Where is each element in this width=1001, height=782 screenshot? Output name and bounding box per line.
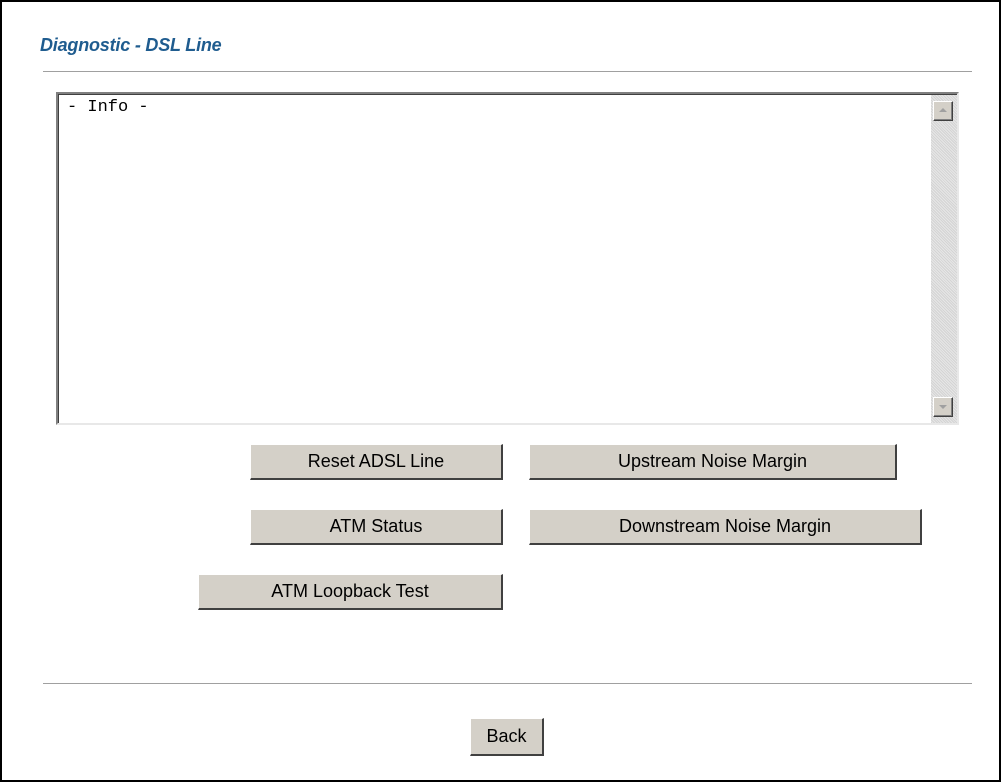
atm-status-button[interactable]: ATM Status <box>250 509 503 545</box>
reset-adsl-line-button[interactable]: Reset ADSL Line <box>250 444 503 480</box>
downstream-noise-margin-button[interactable]: Downstream Noise Margin <box>529 509 922 545</box>
scroll-down-glyph <box>939 405 947 409</box>
page-title: Diagnostic - DSL Line <box>40 35 222 55</box>
scroll-up-glyph <box>939 108 947 112</box>
atm-loopback-test-button[interactable]: ATM Loopback Test <box>198 574 503 610</box>
info-text: - Info - <box>67 98 149 117</box>
top-divider <box>43 71 972 73</box>
back-button[interactable]: Back <box>470 718 544 756</box>
scroll-up-arrow-icon[interactable] <box>933 101 953 121</box>
info-textarea-inner: - Info - <box>58 94 957 423</box>
vertical-scrollbar[interactable] <box>931 95 957 423</box>
info-textarea[interactable]: - Info - <box>56 92 959 425</box>
dialog-frame: Diagnostic - DSL Line - Info - Reset ADS… <box>0 0 1001 782</box>
bottom-divider <box>43 683 972 685</box>
upstream-noise-margin-button[interactable]: Upstream Noise Margin <box>529 444 897 480</box>
scroll-down-arrow-icon[interactable] <box>933 397 953 417</box>
